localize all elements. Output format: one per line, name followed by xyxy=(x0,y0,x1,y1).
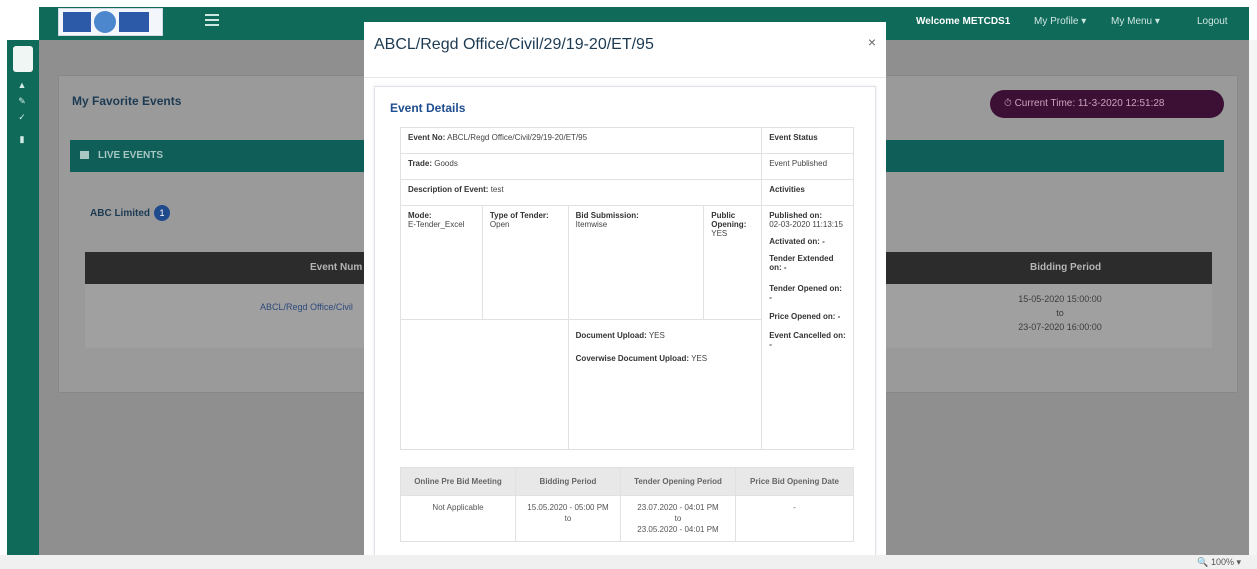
event-status-value: Event Published xyxy=(769,159,828,168)
home-icon[interactable]: ▲ xyxy=(16,80,28,90)
column-event-number: Event Num xyxy=(310,262,363,273)
column-prebid: Online Pre Bid Meeting xyxy=(400,467,516,496)
coverwise-row: Coverwise Document Upload: YES xyxy=(576,354,755,363)
close-icon[interactable]: × xyxy=(868,34,876,50)
hamburger-menu-icon[interactable] xyxy=(205,14,219,26)
live-events-label: LIVE EVENTS xyxy=(98,150,164,161)
left-sidebar: ▲ ✎ ✓ ▮ xyxy=(7,40,39,555)
tender-type-value: Open xyxy=(489,220,510,229)
bidding-start: 15.05.2020 - 05:00 PM xyxy=(527,503,609,512)
page-title: My Favorite Events xyxy=(72,94,182,108)
document-upload-row: Document Upload: YES xyxy=(576,331,755,340)
event-details-panel: Event Details Event No: ABCL/Regd Office… xyxy=(374,86,876,556)
bid-end: 23-07-2020 16:00:00 xyxy=(1018,322,1102,332)
mode-label: Mode: xyxy=(408,211,432,220)
price-bid-value: - xyxy=(735,495,854,542)
bidding-period-cell: 15-05-2020 15:00:00 to 23-07-2020 16:00:… xyxy=(980,292,1140,334)
logo-block-icon xyxy=(63,12,91,32)
bidding-to: to xyxy=(564,514,572,523)
logo xyxy=(58,8,163,36)
prebid-value: Not Applicable xyxy=(400,495,516,542)
document-upload-label: Document Upload: xyxy=(575,331,647,340)
bid-submission-value: Itemwise xyxy=(575,220,608,229)
section-title: Event Details xyxy=(390,101,466,115)
tender-opened-on: Tender Opened on: - xyxy=(769,284,842,302)
logo-circle-icon xyxy=(94,11,116,33)
column-bidding-period: Bidding Period xyxy=(515,467,621,496)
bid-to: to xyxy=(1056,308,1064,318)
logout-link[interactable]: Logout xyxy=(1197,16,1228,27)
current-time-badge: ⏱ Current Time: 11-3-2020 12:51:28 xyxy=(990,90,1224,118)
coverwise-value: YES xyxy=(691,354,708,363)
status-bar: 🔍 100% ▾ xyxy=(0,555,1257,569)
flag-icon xyxy=(80,151,89,159)
welcome-text: Welcome METCDS1 xyxy=(916,16,1011,27)
event-modal: ABCL/Regd Office/Civil/29/19-20/ET/95 × … xyxy=(364,22,886,556)
description-value: test xyxy=(490,185,504,194)
description-label: Description of Event: xyxy=(408,185,489,194)
chart-icon[interactable]: ▮ xyxy=(16,134,28,144)
column-tender-opening: Tender Opening Period xyxy=(620,467,736,496)
my-profile-menu[interactable]: My Profile ▾ xyxy=(1034,16,1086,27)
column-price-bid: Price Bid Opening Date xyxy=(735,467,854,496)
tender-extended-on: Tender Extended on: - xyxy=(769,254,834,272)
my-menu[interactable]: My Menu ▾ xyxy=(1111,16,1160,27)
published-on-value: 02-03-2020 11:13:15 xyxy=(769,220,843,229)
zoom-control[interactable]: 🔍 100% ▾ xyxy=(1197,557,1241,568)
logo-block-icon xyxy=(119,12,149,32)
vertical-scrollbar[interactable] xyxy=(1249,40,1257,555)
public-opening-label: Public Opening: xyxy=(711,211,747,229)
bidding-period-value: 15.05.2020 - 05:00 PM to xyxy=(515,495,621,542)
event-no-label: Event No: xyxy=(408,133,446,142)
event-no-value: ABCL/Regd Office/Civil/29/19-20/ET/95 xyxy=(447,133,588,142)
bidding-schedule-table: Online Pre Bid Meeting Bidding Period Te… xyxy=(400,467,854,542)
price-opened-on: Price Opened on: - xyxy=(769,312,841,321)
event-cancelled-on: Event Cancelled on: - xyxy=(769,331,846,349)
bid-submission-label: Bid Submission: xyxy=(575,211,639,220)
gavel-icon[interactable]: ✎ xyxy=(16,96,28,106)
modal-divider xyxy=(364,77,886,78)
column-bidding-period: Bidding Period xyxy=(1030,262,1102,273)
opening-start: 23.07.2020 - 04:01 PM xyxy=(637,503,719,512)
check-icon[interactable]: ✓ xyxy=(16,112,28,122)
event-link[interactable]: ABCL/Regd Office/Civil xyxy=(260,302,353,312)
table-row: Not Applicable 15.05.2020 - 05:00 PM to … xyxy=(400,495,854,542)
organization-name[interactable]: ABC Limited xyxy=(90,208,150,219)
activities-label: Activities xyxy=(769,185,805,194)
organization-count-badge: 1 xyxy=(154,205,170,221)
event-status-label: Event Status xyxy=(769,133,818,142)
trade-label: Trade: xyxy=(408,159,433,168)
published-on-label: Published on: xyxy=(769,211,823,220)
document-upload-value: YES xyxy=(648,331,665,340)
mode-value: E-Tender_Excel xyxy=(408,220,465,229)
activated-on: Activated on: - xyxy=(769,237,825,246)
tender-opening-value: 23.07.2020 - 04:01 PM to 23.05.2020 - 04… xyxy=(620,495,736,542)
tender-type-label: Type of Tender: xyxy=(489,211,549,220)
event-details-table: Event No: ABCL/Regd Office/Civil/29/19-2… xyxy=(399,127,854,450)
bid-start: 15-05-2020 15:00:00 xyxy=(1018,294,1102,304)
modal-title: ABCL/Regd Office/Civil/29/19-20/ET/95 xyxy=(374,36,654,53)
public-opening-value: YES xyxy=(711,229,728,238)
coverwise-label: Coverwise Document Upload: xyxy=(575,354,690,363)
user-avatar-icon[interactable] xyxy=(13,46,33,72)
trade-value: Goods xyxy=(434,159,458,168)
opening-end: 23.05.2020 - 04:01 PM xyxy=(637,525,719,534)
opening-to: to xyxy=(674,514,682,523)
